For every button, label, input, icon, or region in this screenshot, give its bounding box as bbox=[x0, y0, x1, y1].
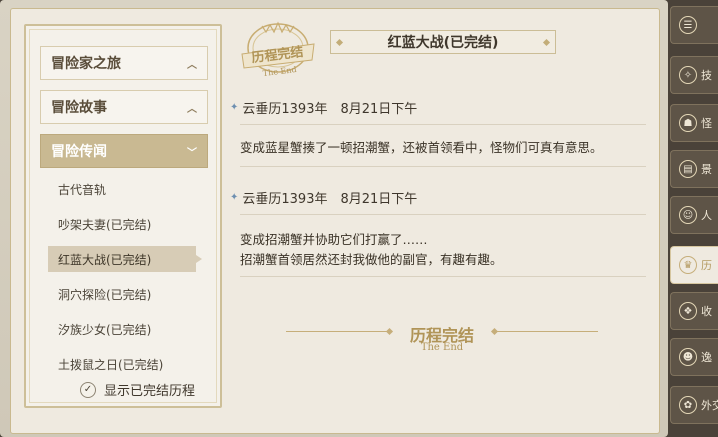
entry-text: 变成蓝星蟹揍了一顿招潮蟹，还被首领看中，怪物们可真有意思。 bbox=[240, 138, 603, 158]
tab-journey[interactable]: ♛ 历 bbox=[670, 246, 718, 284]
category-adventurer-journey[interactable]: 冒险家之旅 ︿ bbox=[40, 46, 208, 80]
tab-people[interactable]: ☺ 人 bbox=[670, 196, 718, 234]
sub-item-label: 古代音轨 bbox=[58, 182, 107, 197]
category-adventure-rumors[interactable]: 冒险传闻 ﹀ bbox=[40, 134, 208, 168]
show-completed-toggle[interactable]: ✓ 显示已完结历程 bbox=[80, 380, 195, 399]
sub-item-red-blue-war[interactable]: 红蓝大战(已完结) bbox=[48, 246, 202, 272]
sub-item-cave-exploration[interactable]: 洞穴探险(已完结) bbox=[54, 281, 151, 307]
entry-line: 招潮蟹首领居然还封我做他的副官，有趣有趣。 bbox=[240, 252, 503, 267]
tab-label: 怪 bbox=[701, 117, 712, 130]
menu-icon: ☰ bbox=[679, 16, 697, 34]
stamp-sub-text: The End bbox=[262, 65, 297, 78]
show-completed-label: 显示已完结历程 bbox=[104, 384, 196, 399]
category-adventure-stories[interactable]: 冒险故事 ︿ bbox=[40, 90, 208, 124]
diplomacy-icon: ✿ bbox=[679, 396, 697, 414]
tab-label: 技 bbox=[701, 69, 712, 82]
chevron-down-icon: ﹀ bbox=[187, 147, 197, 159]
sub-item-quarreling-couple[interactable]: 吵架夫妻(已完结) bbox=[54, 211, 151, 237]
timestamp-text: 云垂历1393年 8月21日下午 bbox=[242, 102, 418, 117]
checkmark-icon[interactable]: ✓ bbox=[80, 381, 96, 398]
detail-panel: 历程完结 The End 红蓝大战(已完结) ✦ 云垂历1393年 8月21日下… bbox=[226, 16, 656, 426]
anecdote-icon: ☻ bbox=[679, 348, 697, 366]
tab-diplomacy[interactable]: ✿ 外交 bbox=[670, 386, 718, 424]
sub-item-groundhog-day[interactable]: 土拨鼠之日(已完结) bbox=[54, 351, 163, 377]
tab-label: 逸 bbox=[701, 351, 712, 364]
entry-timestamp: ✦ 云垂历1393年 8月21日下午 bbox=[230, 188, 417, 207]
divider bbox=[240, 166, 646, 167]
tab-monster[interactable]: ☗ 怪 bbox=[670, 104, 718, 142]
sub-item-label: 红蓝大战(已完结) bbox=[58, 252, 152, 267]
timestamp-text: 云垂历1393年 8月21日下午 bbox=[242, 192, 418, 207]
category-label: 冒险故事 bbox=[51, 100, 107, 116]
tab-scenery[interactable]: ▤ 景 bbox=[670, 150, 718, 188]
tab-menu[interactable]: ☰ bbox=[670, 6, 718, 44]
category-label: 冒险家之旅 bbox=[51, 56, 121, 72]
journey-icon: ♛ bbox=[679, 256, 697, 274]
sparkle-icon: ✦ bbox=[230, 192, 239, 203]
tab-anecdote[interactable]: ☻ 逸 bbox=[670, 338, 718, 376]
journal-book: 冒险家之旅 ︿ 冒险故事 ︿ 冒险传闻 ﹀ 古代音轨 吵架夫妻(已完结) 红蓝大… bbox=[0, 0, 668, 437]
page-title: 红蓝大战(已完结) bbox=[330, 30, 556, 54]
chevron-up-icon: ︿ bbox=[187, 103, 197, 115]
entry-timestamp: ✦ 云垂历1393年 8月21日下午 bbox=[230, 98, 417, 117]
sub-item-tide-girl[interactable]: 汐族少女(已完结) bbox=[54, 316, 151, 342]
page-title-text: 红蓝大战(已完结) bbox=[387, 35, 499, 51]
category-panel: 冒险家之旅 ︿ 冒险故事 ︿ 冒险传闻 ﹀ 古代音轨 吵架夫妻(已完结) 红蓝大… bbox=[24, 24, 222, 408]
end-subtitle: The End bbox=[420, 342, 464, 353]
sub-item-label: 吵架夫妻(已完结) bbox=[58, 217, 152, 232]
tab-label: 人 bbox=[701, 209, 712, 222]
monster-icon: ☗ bbox=[679, 114, 697, 132]
divider bbox=[240, 124, 646, 125]
divider bbox=[240, 214, 646, 215]
people-icon: ☺ bbox=[679, 206, 697, 224]
scenery-icon: ▤ bbox=[679, 160, 697, 178]
sub-item-label: 汐族少女(已完结) bbox=[58, 322, 152, 337]
tab-collection[interactable]: ❖ 收 bbox=[670, 292, 718, 330]
sub-item-label: 土拨鼠之日(已完结) bbox=[58, 357, 164, 372]
tab-label: 收 bbox=[701, 305, 712, 318]
tab-label: 景 bbox=[701, 163, 712, 176]
category-label: 冒险传闻 bbox=[51, 144, 107, 160]
tab-label: 外交 bbox=[701, 399, 718, 412]
chevron-up-icon: ︿ bbox=[187, 59, 197, 71]
sparkle-icon: ✦ bbox=[230, 102, 239, 113]
tab-skill[interactable]: ✧ 技 bbox=[670, 56, 718, 94]
collection-icon: ❖ bbox=[679, 302, 697, 320]
sub-item-label: 洞穴探险(已完结) bbox=[58, 287, 152, 302]
end-mark: 历程完结 The End bbox=[286, 318, 598, 358]
sub-item-ancient-track[interactable]: 古代音轨 bbox=[54, 176, 106, 202]
side-tab-bar: ☰ ✧ 技 ☗ 怪 ▤ 景 ☺ 人 ♛ 历 ❖ 收 ☻ 逸 ✿ 外交 bbox=[668, 0, 718, 437]
divider bbox=[240, 276, 646, 277]
entry-line: 变成蓝星蟹揍了一顿招潮蟹，还被首领看中，怪物们可真有意思。 bbox=[240, 140, 603, 155]
tab-label: 历 bbox=[701, 259, 712, 272]
entry-line: 变成招潮蟹并协助它们打赢了…… bbox=[240, 232, 428, 247]
stamp-main-text: 历程完结 bbox=[251, 44, 305, 66]
skill-icon: ✧ bbox=[679, 66, 697, 84]
journey-complete-stamp-icon: 历程完结 The End bbox=[241, 21, 315, 78]
entry-text: 变成招潮蟹并协助它们打赢了…… 招潮蟹首领居然还封我做他的副官，有趣有趣。 bbox=[240, 230, 503, 270]
